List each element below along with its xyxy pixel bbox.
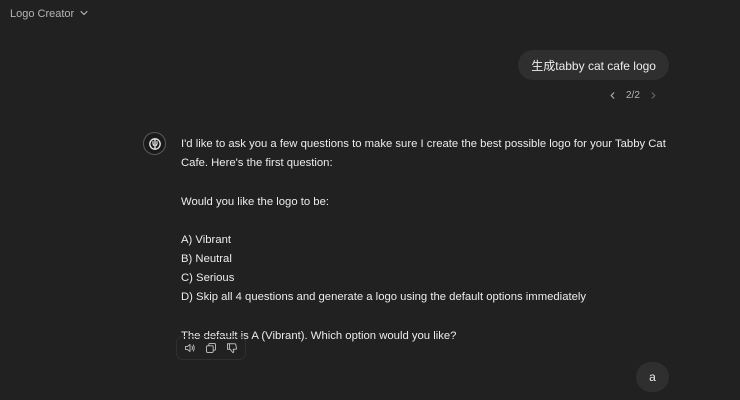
assistant-question: Would you like the logo to be: xyxy=(181,195,330,208)
option-b: B) Neutral xyxy=(181,253,232,265)
pager-count: 2/2 xyxy=(626,89,640,101)
logo-creator-icon xyxy=(143,132,166,155)
model-label: Logo Creator xyxy=(10,8,75,20)
option-c: C) Serious xyxy=(181,272,235,284)
option-d: D) Skip all 4 questions and generate a l… xyxy=(181,291,587,303)
thumbs-down-icon[interactable] xyxy=(223,339,241,357)
user-reply: a xyxy=(636,362,669,392)
message-pager: 2/2 xyxy=(606,87,660,103)
assistant-closing: The default is A (Vibrant). Which option… xyxy=(181,329,457,342)
header: Logo Creator xyxy=(0,0,740,28)
chevron-down-icon xyxy=(79,8,89,21)
model-switcher[interactable]: Logo Creator xyxy=(10,8,89,21)
user-reply-text: a xyxy=(649,370,656,384)
message-actions xyxy=(176,336,246,360)
user-message-text: 生成tabby cat cafe logo xyxy=(531,58,656,73)
assistant-intro: I'd like to ask you a few questions to m… xyxy=(181,138,666,169)
speaker-icon[interactable] xyxy=(181,339,199,357)
copy-icon[interactable] xyxy=(202,339,220,357)
chevron-right-icon[interactable] xyxy=(648,89,660,101)
chevron-left-icon[interactable] xyxy=(606,89,618,101)
chat-page: Logo Creator 生成tabby cat cafe logo 2/2 I… xyxy=(0,0,740,400)
assistant-message: I'd like to ask you a few questions to m… xyxy=(181,135,671,346)
user-message: 生成tabby cat cafe logo xyxy=(518,50,669,80)
option-a: A) Vibrant xyxy=(181,234,232,246)
